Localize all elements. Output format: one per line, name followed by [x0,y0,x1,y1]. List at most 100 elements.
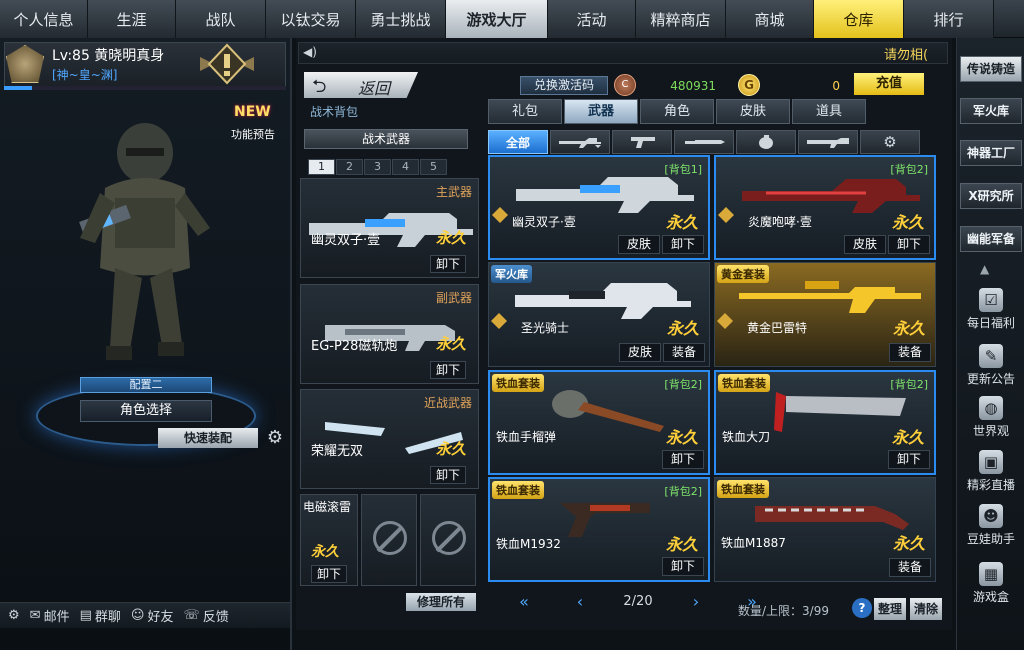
prev-page-icon[interactable]: ‹ [552,592,608,611]
camera-icon: ▣ [979,450,1003,474]
bag-assignment: [背包2] [890,378,928,391]
friends-button[interactable]: ☺ 好友 [131,606,174,625]
weapon-filter-tabs: 全部 ⚙ [488,130,920,154]
sort-button[interactable]: 整理 [874,598,906,620]
feature-preview-badge[interactable]: NEW 功能预告 [226,98,280,144]
worldview-button[interactable]: ◍ 世界观 [960,396,1022,439]
secondary-weapon-slot[interactable]: 副武器 EG-P28磁轨炮 永久 卸下 [300,284,479,384]
melee-weapon-slot[interactable]: 近战武器 荣耀无双 永久 卸下 [300,389,479,489]
bag-page-4[interactable]: 4 [392,159,419,175]
gear-icon[interactable]: ⚙ [264,427,286,449]
equip-button[interactable]: 装备 [889,343,931,362]
assistant-button[interactable]: ☻ 豆娃助手 [960,504,1022,547]
speaker-icon[interactable]: ◀) [303,45,317,59]
unequip-button[interactable]: 卸下 [888,450,930,469]
slot-weapon-name: 荣耀无双 [311,444,364,459]
clear-button[interactable]: 清除 [910,598,942,620]
tab-gift-pack[interactable]: 礼包 [488,99,562,124]
knife-icon [685,140,725,144]
x-lab-button[interactable]: X研究所 [960,183,1022,209]
weapon-card[interactable]: [背包1] 幽灵双子·壹 永久 皮肤 卸下 [488,155,710,260]
worldview-label: 世界观 [972,424,1009,438]
tab-mall[interactable]: 商城 [726,0,814,38]
phantom-armament-button[interactable]: 幽能军备 [960,226,1022,252]
tab-items[interactable]: 道具 [792,99,866,124]
unequip-button[interactable]: 卸下 [430,466,466,484]
weapon-card[interactable]: 铁血套装 [背包2] 铁血大刀 永久 卸下 [714,370,936,475]
legend-forge-button[interactable]: 传说铸造 [960,56,1022,82]
tab-career[interactable]: 生涯 [88,0,176,38]
unequip-button[interactable]: 卸下 [311,565,347,583]
feedback-button[interactable]: ☏ 反馈 [183,606,228,625]
tab-clan[interactable]: 战队 [176,0,266,38]
skin-button[interactable]: 皮肤 [844,235,886,254]
repair-all-button[interactable]: 修理所有 [406,593,476,611]
redeem-code-button[interactable]: 兑换激活码 [520,76,608,95]
daily-welfare-button[interactable]: ☑ 每日福利 [960,288,1022,331]
empty-slot[interactable] [420,494,476,586]
live-stream-button[interactable]: ▣ 精彩直播 [960,450,1022,493]
filter-pistol[interactable] [612,130,672,154]
filter-rifle[interactable] [550,130,610,154]
help-icon[interactable]: ? [852,598,872,618]
unequip-button[interactable]: 卸下 [888,235,930,254]
tab-skins[interactable]: 皮肤 [716,99,790,124]
tab-weapons[interactable]: 武器 [564,99,638,124]
skin-button[interactable]: 皮肤 [618,235,660,254]
filter-grenade[interactable] [736,130,796,154]
artifact-factory-button[interactable]: 神器工厂 [960,140,1022,166]
tab-ranking[interactable]: 排行 [904,0,994,38]
unequip-button[interactable]: 卸下 [430,361,466,379]
equip-button[interactable]: 装备 [663,343,705,362]
game-box-button[interactable]: ▦ 游戏盒 [960,562,1022,605]
bag-page-3[interactable]: 3 [364,159,391,175]
settings-button[interactable]: ⚙ [8,608,20,623]
primary-weapon-slot[interactable]: 主武器 幽灵双子·壹 永久 卸下 [300,178,479,278]
tab-essence-shop[interactable]: 精粹商店 [636,0,726,38]
equip-button[interactable]: 装备 [889,558,931,577]
group-chat-button[interactable]: ▤ 群聊 [80,606,121,625]
checklist-icon: ☑ [979,288,1003,312]
tab-trade[interactable]: 以钛交易 [266,0,356,38]
unequip-button[interactable]: 卸下 [662,235,704,254]
filter-settings[interactable]: ⚙ [860,130,920,154]
weapon-card[interactable]: 军火库 圣光骑士 永久 皮肤 装备 [488,262,710,367]
arsenal-button[interactable]: 军火库 [960,98,1022,124]
filter-all[interactable]: 全部 [488,130,548,154]
loadout-label[interactable]: 配置二 [80,377,212,393]
tab-challenge[interactable]: 勇士挑战 [356,0,446,38]
quick-equip-button[interactable]: 快速装配 [158,428,258,448]
weapon-name: 铁血大刀 [722,430,771,444]
next-page-icon[interactable]: › [668,592,724,611]
xp-bar-fill [4,86,33,90]
weapon-card[interactable]: 铁血套装 [背包2] 铁血手榴弹 永久 卸下 [488,370,710,475]
empty-slot[interactable] [361,494,417,586]
filter-special[interactable] [798,130,858,154]
clan-tag[interactable]: [神~皇~渊] [52,66,117,83]
tab-characters[interactable]: 角色 [640,99,714,124]
unequip-button[interactable]: 卸下 [662,450,704,469]
tab-warehouse[interactable]: 仓库 [814,0,904,38]
unequip-button[interactable]: 卸下 [662,557,704,576]
weapon-card[interactable]: [背包2] 炎魔咆哮·壹 永久 皮肤 卸下 [714,155,936,260]
weapon-card[interactable]: 铁血套装 [背包2] 铁血M1932 永久 卸下 [488,477,710,582]
grenade-slot[interactable]: 电磁滚雷 永久 卸下 [300,494,358,586]
update-notice-button[interactable]: ✎ 更新公告 [960,344,1022,387]
tab-personal-info[interactable]: 个人信息 [0,0,88,38]
skin-button[interactable]: 皮肤 [619,343,661,362]
character-select-button[interactable]: 角色选择 [80,400,212,422]
bag-page-2[interactable]: 2 [336,159,363,175]
first-page-icon[interactable]: « [496,592,552,611]
filter-melee[interactable] [674,130,734,154]
back-button[interactable]: ⮌ 返回 [304,72,418,98]
recharge-button[interactable]: 充值 [854,73,924,95]
collapse-arrow-icon[interactable]: ▲ [980,262,989,276]
mail-button[interactable]: ✉ 邮件 [30,606,70,625]
unequip-button[interactable]: 卸下 [430,255,466,273]
bag-page-1[interactable]: 1 [308,159,335,175]
weapon-card[interactable]: 铁血套装 铁血M1887 永久 装备 [714,477,936,582]
tab-events[interactable]: 活动 [548,0,636,38]
weapon-card[interactable]: 黄金套装 黄金巴雷特 永久 装备 [714,262,936,367]
tab-lobby[interactable]: 游戏大厅 [446,0,548,38]
bag-page-5[interactable]: 5 [420,159,447,175]
